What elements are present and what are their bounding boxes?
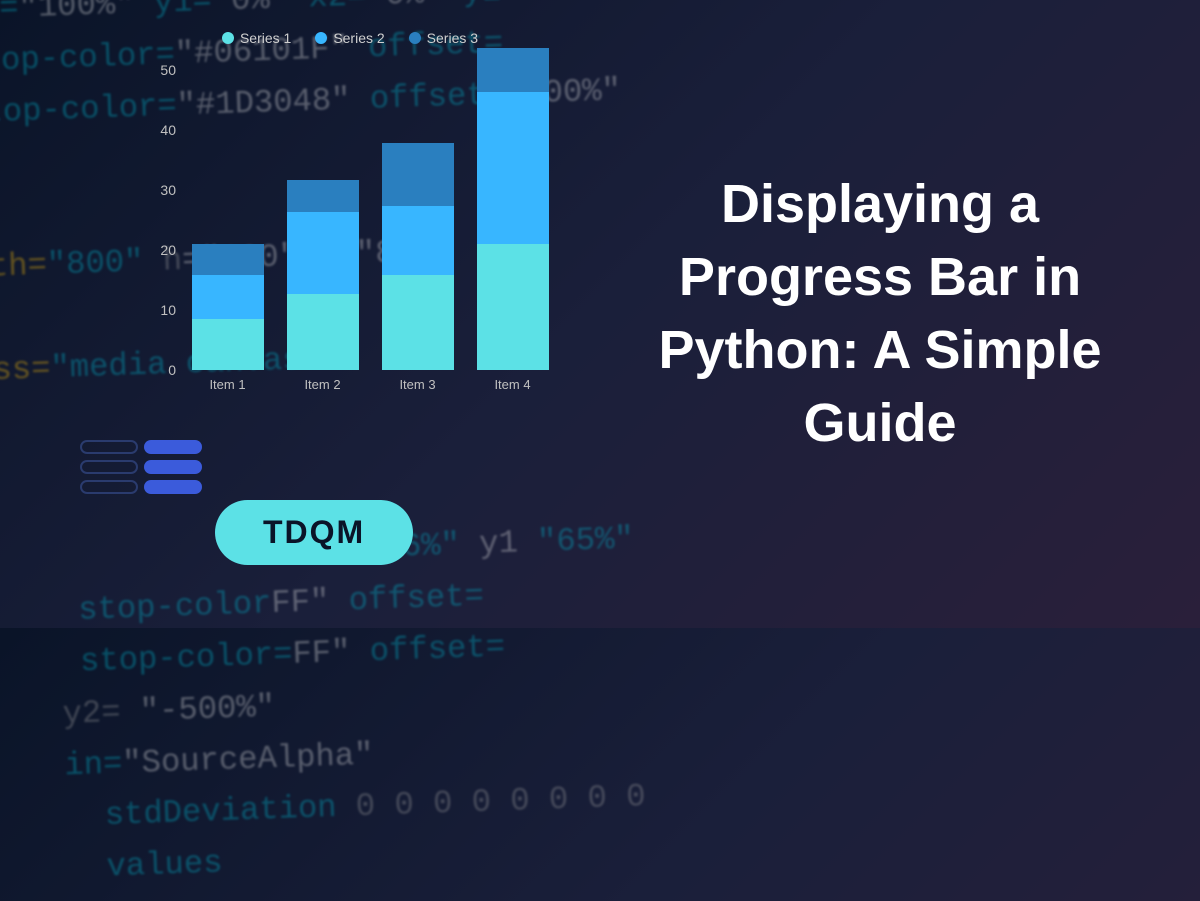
bar-group: Item 1 [192, 244, 264, 370]
legend-dot-icon [409, 32, 421, 44]
stack-bar-icon [144, 460, 202, 474]
stack-bar-icon [80, 480, 138, 494]
bar-segment [287, 294, 359, 370]
bar-chart: Series 1 Series 2 Series 3 0 10 20 30 40 50 I… [140, 30, 560, 430]
bar-segment [287, 180, 359, 212]
legend-label: Series 1 [240, 30, 291, 46]
legend-item: Series 3 [409, 30, 478, 46]
stack-bar-icon [80, 440, 138, 454]
stack-bar-icon [144, 440, 202, 454]
stack-bar-icon [144, 480, 202, 494]
bar-segment [192, 244, 264, 276]
legend-label: Series 3 [427, 30, 478, 46]
x-label: Item 4 [494, 377, 530, 392]
y-tick: 10 [140, 302, 176, 318]
bar-segment [192, 275, 264, 319]
bar-segment [477, 48, 549, 92]
stack-icon [80, 440, 202, 494]
bar-group: Item 4 [477, 48, 549, 370]
y-tick: 0 [140, 362, 176, 378]
x-label: Item 2 [304, 377, 340, 392]
stack-bar-icon [80, 460, 138, 474]
bar-segment [382, 275, 454, 370]
chart-legend: Series 1 Series 2 Series 3 [140, 30, 560, 46]
x-label: Item 3 [399, 377, 435, 392]
legend-item: Series 2 [315, 30, 384, 46]
y-tick: 30 [140, 182, 176, 198]
y-tick: 50 [140, 62, 176, 78]
bar-group: Item 3 [382, 143, 454, 371]
bar-group: Item 2 [287, 180, 359, 370]
legend-label: Series 2 [333, 30, 384, 46]
bar-segment [287, 212, 359, 294]
y-axis: 01020304050 [140, 54, 176, 370]
legend-dot-icon [222, 32, 234, 44]
y-tick: 40 [140, 122, 176, 138]
chart-plot: 0 10 20 30 40 50 Item 1 Item 2 Item 3 Item 4 [140, 54, 560, 394]
y-tick: 20 [140, 242, 176, 258]
legend-dot-icon [315, 32, 327, 44]
tdqm-pill: TDQM [215, 500, 413, 565]
bar-segment [192, 319, 264, 370]
page-title: Displaying a Progress Bar in Python: A S… [620, 168, 1140, 460]
x-label: Item 1 [209, 377, 245, 392]
legend-item: Series 1 [222, 30, 291, 46]
bar-segment [382, 143, 454, 206]
bar-segment [382, 206, 454, 276]
bar-segment [477, 244, 549, 370]
bar-segment [477, 92, 549, 244]
